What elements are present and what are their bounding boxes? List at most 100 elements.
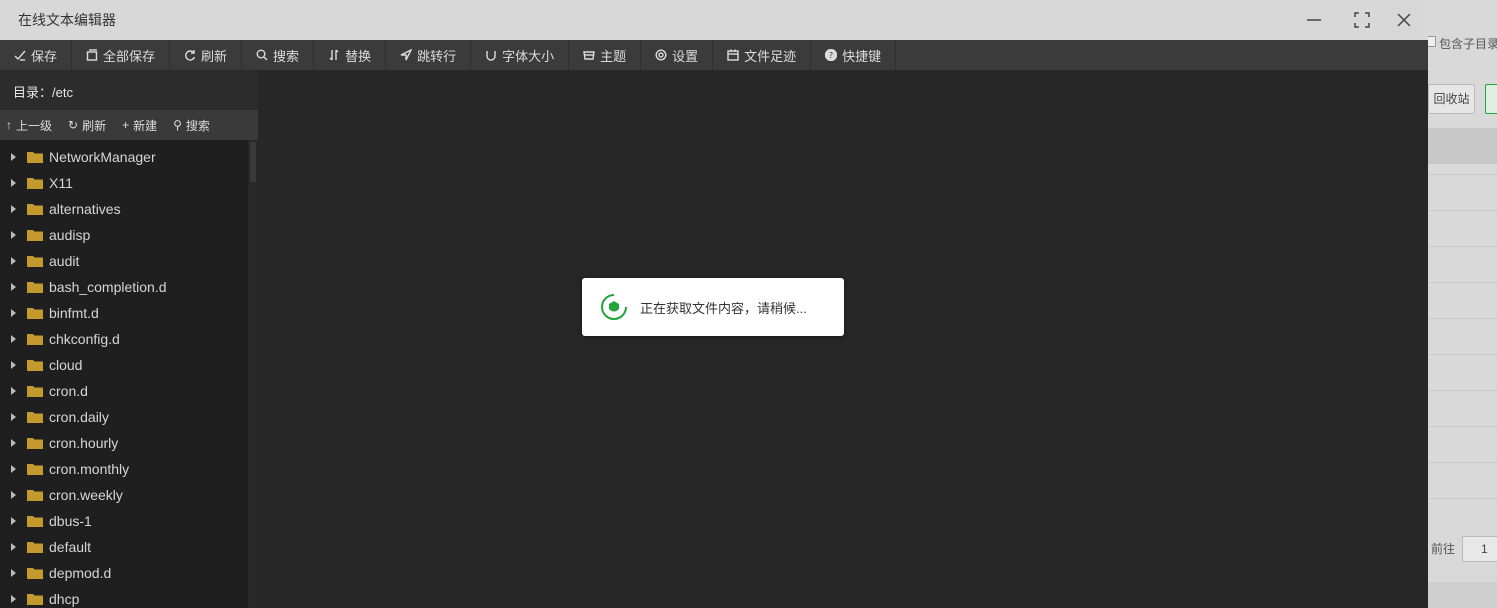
toolbar-button-replace[interactable]: 替换 (314, 40, 387, 70)
sidebar-button-search[interactable]: ⚲ 搜索 (167, 110, 216, 140)
tree-item-folder[interactable]: cron.daily (0, 404, 248, 430)
folder-icon (27, 385, 49, 397)
svg-text:?: ? (829, 51, 833, 60)
background-table-row (1428, 390, 1497, 391)
toolbar-button-label: 搜索 (273, 48, 300, 64)
help-icon: ? (825, 49, 838, 61)
close-icon (1397, 13, 1411, 27)
window-title: 在线文本编辑器 (18, 12, 116, 28)
toolbar-button-font-size[interactable]: 字体大小 (471, 40, 570, 70)
tree-item-label: cloud (49, 357, 83, 373)
expand-arrow-icon[interactable] (11, 413, 16, 421)
folder-icon (27, 359, 49, 371)
sidebar-button-up-arrow[interactable]: ↑ 上一级 (0, 110, 58, 140)
expand-arrow-icon[interactable] (11, 439, 16, 447)
background-table-row (1428, 498, 1497, 499)
folder-icon (27, 333, 49, 345)
tree-item-folder[interactable]: binfmt.d (0, 300, 248, 326)
background-footer (1428, 582, 1497, 608)
plus-icon: + (122, 118, 130, 132)
tree-item-folder[interactable]: cron.monthly (0, 456, 248, 482)
tree-item-label: depmod.d (49, 565, 112, 581)
tree-item-folder[interactable]: cloud (0, 352, 248, 378)
toolbar-button-save-all[interactable]: 全部保存 (72, 40, 171, 70)
tree-item-folder[interactable]: X11 (0, 170, 248, 196)
tree-item-label: NetworkManager (49, 149, 156, 165)
editor-toolbar: 保存 全部保存 刷新 搜索 替换 跳转行 字体大小 主题 设置 文件足迹? 快捷键 (0, 40, 1428, 70)
tree-item-folder[interactable]: cron.hourly (0, 430, 248, 456)
expand-arrow-icon[interactable] (11, 335, 16, 343)
toolbar-button-label: 主题 (600, 48, 627, 64)
tree-item-folder[interactable]: cron.weekly (0, 482, 248, 508)
sidebar-button-label: 新建 (133, 118, 158, 133)
directory-tree: NetworkManager X11 alternatives audisp audit… (0, 140, 248, 608)
expand-arrow-icon[interactable] (11, 205, 16, 213)
expand-arrow-icon[interactable] (11, 543, 16, 551)
toolbar-button-jump[interactable]: 跳转行 (386, 40, 472, 70)
expand-arrow-icon[interactable] (11, 309, 16, 317)
tree-item-label: default (49, 539, 92, 555)
expand-arrow-icon[interactable] (11, 465, 16, 473)
search-icon (256, 49, 268, 61)
expand-arrow-icon[interactable] (11, 491, 16, 499)
toolbar-button-save[interactable]: 保存 (0, 40, 73, 70)
tree-item-folder[interactable]: dbus-1 (0, 508, 248, 534)
theme-icon (583, 49, 595, 61)
fullscreen-icon (1354, 12, 1370, 28)
folder-icon (27, 437, 49, 449)
minimize-button[interactable] (1300, 6, 1328, 34)
calendar-icon (727, 49, 739, 61)
tree-item-folder[interactable]: default (0, 534, 248, 560)
folder-icon (27, 307, 49, 319)
expand-arrow-icon[interactable] (11, 595, 16, 603)
loading-spinner-icon (601, 294, 627, 320)
expand-arrow-icon[interactable] (11, 179, 16, 187)
tree-item-folder[interactable]: bash_completion.d (0, 274, 248, 300)
folder-icon (27, 515, 49, 527)
save-all-icon (86, 49, 98, 61)
folder-icon (27, 463, 49, 475)
expand-arrow-icon[interactable] (11, 283, 16, 291)
sidebar-button-plus[interactable]: + 新建 (116, 110, 163, 140)
toolbar-button-gear[interactable]: 设置 (641, 40, 714, 70)
toolbar-button-label: 替换 (345, 48, 372, 64)
background-table-row (1428, 354, 1497, 355)
tree-item-folder[interactable]: depmod.d (0, 560, 248, 586)
expand-arrow-icon[interactable] (11, 361, 16, 369)
tree-item-folder[interactable]: alternatives (0, 196, 248, 222)
tree-item-folder[interactable]: chkconfig.d (0, 326, 248, 352)
folder-icon (27, 229, 49, 241)
tree-scrollbar[interactable] (248, 140, 258, 608)
editor-area[interactable] (258, 70, 1428, 608)
tree-scrollbar-thumb[interactable] (250, 142, 256, 182)
expand-arrow-icon[interactable] (11, 569, 16, 577)
tree-item-folder[interactable]: cron.d (0, 378, 248, 404)
sidebar-button-refresh[interactable]: ↻ 刷新 (62, 110, 112, 140)
toolbar-button-help[interactable]: ? 快捷键 (811, 40, 897, 70)
folder-icon (27, 541, 49, 553)
folder-icon (27, 281, 49, 293)
toolbar-button-label: 设置 (672, 48, 699, 64)
toolbar-button-search[interactable]: 搜索 (242, 40, 315, 70)
close-button[interactable] (1390, 6, 1418, 34)
search-icon: ⚲ (173, 118, 182, 132)
tree-item-folder[interactable]: dhcp (0, 586, 248, 608)
jump-icon (400, 49, 413, 61)
expand-arrow-icon[interactable] (11, 257, 16, 265)
green-action-button[interactable] (1485, 84, 1497, 114)
gear-icon (655, 49, 667, 61)
tree-item-folder[interactable]: audit (0, 248, 248, 274)
expand-arrow-icon[interactable] (11, 153, 16, 161)
toolbar-button-refresh[interactable]: 刷新 (170, 40, 243, 70)
expand-arrow-icon[interactable] (11, 387, 16, 395)
toolbar-button-theme[interactable]: 主题 (569, 40, 642, 70)
toolbar-button-calendar[interactable]: 文件足迹 (713, 40, 812, 70)
recycle-bin-button[interactable]: 回收站 (1428, 84, 1475, 114)
expand-arrow-icon[interactable] (11, 231, 16, 239)
maximize-button[interactable] (1348, 6, 1376, 34)
expand-arrow-icon[interactable] (11, 517, 16, 525)
page-number-input[interactable]: 1 (1462, 536, 1497, 562)
font-size-icon (485, 49, 497, 61)
tree-item-folder[interactable]: audisp (0, 222, 248, 248)
tree-item-folder[interactable]: NetworkManager (0, 144, 248, 170)
